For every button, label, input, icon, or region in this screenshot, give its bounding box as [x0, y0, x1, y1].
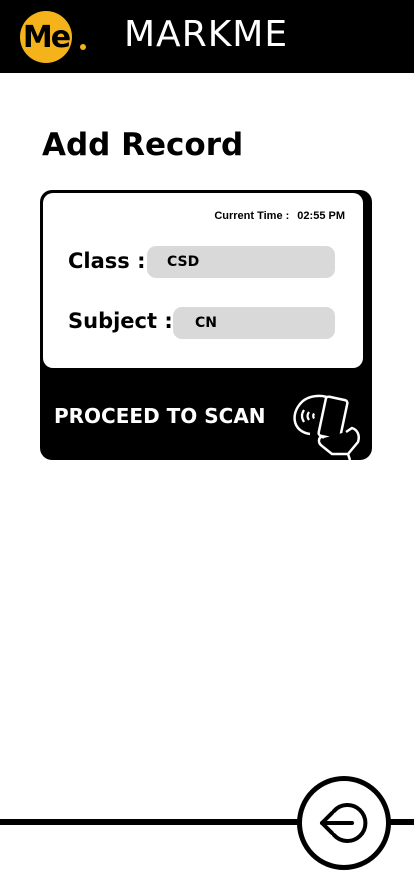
- record-card: Current Time : 02:55 PM Class : CSD Subje…: [40, 190, 372, 460]
- current-time-row: Current Time : 02:55 PM: [214, 210, 345, 222]
- add-record-screen: Me MARKME Add Record Current Time : 02:55…: [0, 0, 414, 896]
- current-time-value: 02:55 PM: [297, 210, 345, 222]
- subject-field[interactable]: CN: [173, 307, 335, 339]
- logo-dot: [80, 44, 86, 50]
- logout-button[interactable]: [297, 776, 391, 870]
- class-label: Class :: [68, 249, 146, 273]
- record-details-panel: Current Time : 02:55 PM Class : CSD Subje…: [43, 193, 363, 368]
- nfc-phone-scan-icon[interactable]: [288, 390, 364, 460]
- class-field[interactable]: CSD: [147, 246, 335, 278]
- page-title: Add Record: [42, 127, 244, 163]
- app-title: MARKME: [124, 14, 289, 55]
- app-logo: Me: [20, 11, 72, 63]
- subject-label: Subject :: [68, 309, 173, 333]
- logo-text: Me: [22, 19, 71, 55]
- current-time-label: Current Time :: [214, 210, 290, 222]
- app-header: Me MARKME: [0, 0, 414, 73]
- logout-arrow-icon: [320, 803, 368, 843]
- proceed-to-scan-button[interactable]: PROCEED TO SCAN: [54, 404, 266, 428]
